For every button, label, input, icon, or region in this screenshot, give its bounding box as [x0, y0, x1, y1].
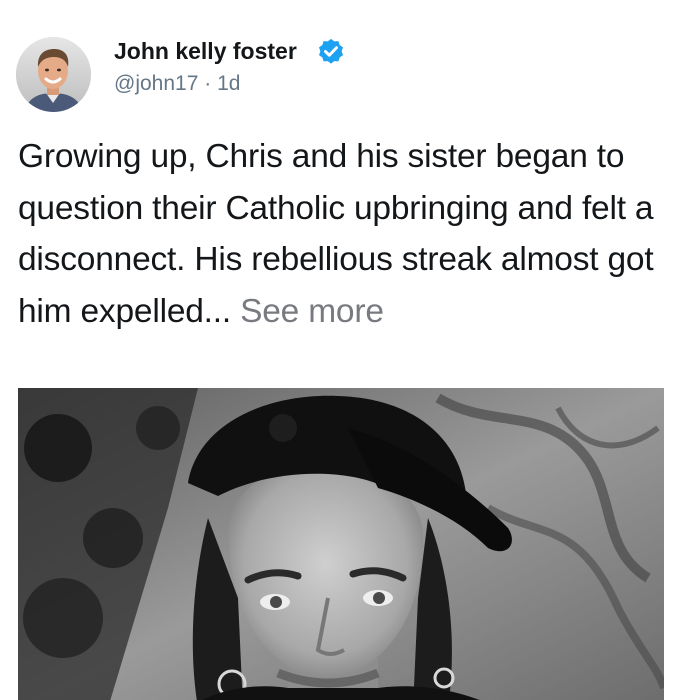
meta-separator: ·	[204, 72, 212, 95]
avatar-image	[16, 37, 91, 112]
author-meta: @john17 · 1d	[114, 72, 240, 96]
verified-badge-icon	[319, 38, 343, 64]
see-more-link[interactable]: See more	[240, 293, 384, 330]
author-handle[interactable]: @john17	[114, 72, 198, 95]
tweet-card: John kelly foster @john17 · 1d Growing u…	[0, 0, 700, 700]
portrait-photo-image	[18, 388, 664, 700]
tweet-text: Growing up, Chris and his sister began t…	[18, 131, 690, 337]
tweet-timestamp[interactable]: 1d	[217, 72, 240, 95]
tweet-photo[interactable]	[18, 388, 664, 700]
author-display-name[interactable]: John kelly foster	[114, 38, 297, 65]
avatar[interactable]	[16, 37, 91, 112]
